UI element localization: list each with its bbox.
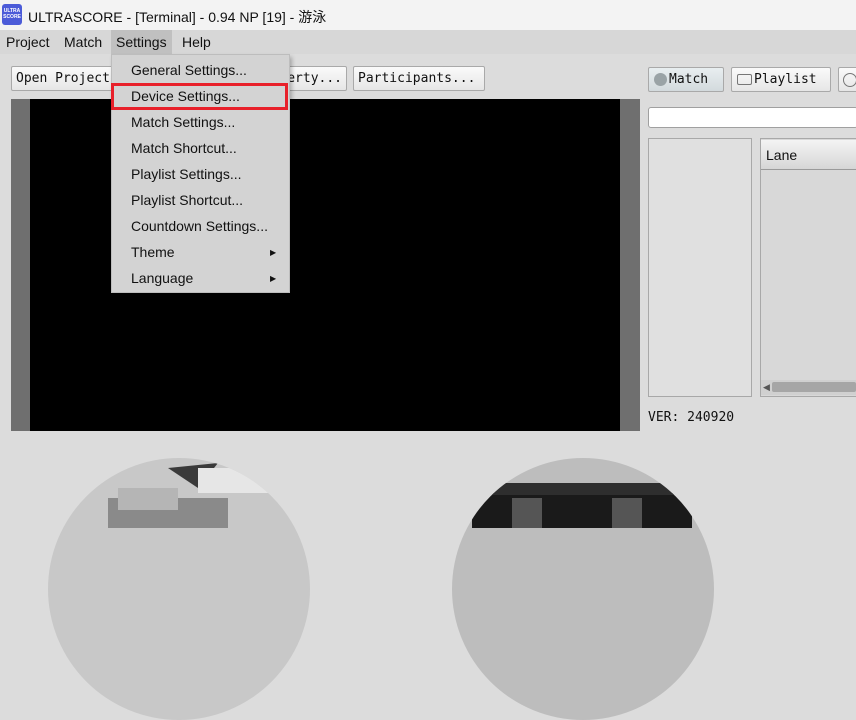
playlist-tab-button[interactable]: Playlist (731, 67, 831, 92)
lane-column-header[interactable]: Lane (761, 140, 856, 170)
app-logo-icon: ULTRA SCORE (2, 4, 22, 25)
playlist-icon (737, 74, 752, 85)
menu-playlist-settings[interactable]: Playlist Settings... (131, 166, 242, 182)
menu-countdown-settings[interactable]: Countdown Settings... (131, 218, 268, 234)
scroll-left-arrow-icon[interactable]: ◀ (763, 382, 770, 393)
menu-theme[interactable]: Theme (131, 244, 175, 260)
menu-language[interactable]: Language (131, 270, 193, 286)
participants-button[interactable]: Participants... (353, 66, 485, 91)
extra-tab-button[interactable] (838, 67, 856, 92)
match-tab-label: Match (669, 72, 709, 87)
highlight-annotation (111, 83, 288, 110)
menu-project[interactable]: Project (1, 30, 55, 54)
rocket-icon (654, 73, 667, 86)
camera-preview-right[interactable] (452, 458, 714, 720)
menu-help[interactable]: Help (177, 30, 216, 54)
menu-playlist-shortcut[interactable]: Playlist Shortcut... (131, 192, 243, 208)
filter-input[interactable] (648, 107, 856, 128)
menu-match-shortcut[interactable]: Match Shortcut... (131, 140, 237, 156)
clock-icon (843, 72, 856, 87)
menu-match[interactable]: Match (59, 30, 107, 54)
language-submenu-arrow-icon: ▶ (270, 274, 277, 283)
theme-submenu-arrow-icon: ▶ (270, 248, 277, 257)
window-title: ULTRASCORE - [Terminal] - 0.94 NP [19] -… (28, 9, 327, 25)
menu-settings[interactable]: Settings (111, 30, 172, 54)
version-label: VER: 240920 (648, 410, 735, 425)
playlist-tab-label: Playlist (754, 72, 817, 87)
match-tab-button[interactable]: Match (648, 67, 724, 92)
open-project-button[interactable]: Open Project... (11, 66, 123, 91)
menu-match-settings[interactable]: Match Settings... (131, 114, 235, 130)
camera-preview-left[interactable] (48, 458, 310, 720)
scrollbar-thumb[interactable] (772, 382, 856, 392)
lane-table[interactable] (760, 138, 856, 397)
menu-bar: Project Match Settings Help (0, 30, 856, 54)
menu-general-settings[interactable]: General Settings... (131, 62, 247, 78)
match-list[interactable] (648, 138, 752, 397)
